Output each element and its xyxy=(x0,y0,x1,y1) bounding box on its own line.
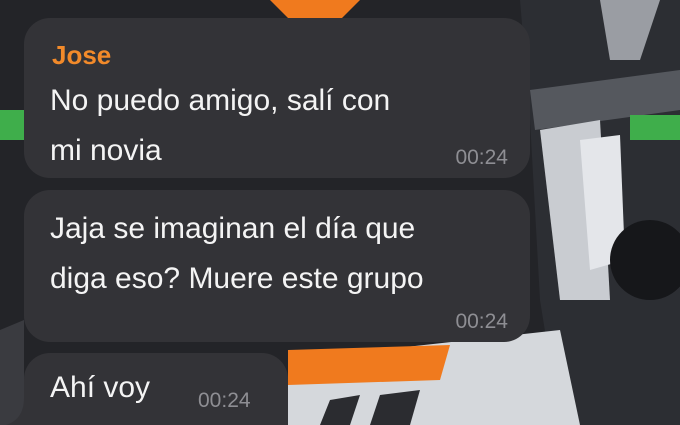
message-bubble[interactable]: Ahí voy 00:24 xyxy=(24,353,288,425)
message-bubble[interactable]: Jaja se imaginan el día que diga eso? Mu… xyxy=(24,190,530,342)
sender-name[interactable]: Jose xyxy=(52,40,111,71)
message-timestamp: 00:24 xyxy=(198,389,251,412)
message-text: No puedo amigo, salí con mi novia xyxy=(50,84,391,167)
message-text: Ahí voy xyxy=(50,371,151,404)
message-timestamp: 00:24 xyxy=(455,146,508,169)
message-text: Jaja se imaginan el día que diga eso? Mu… xyxy=(50,212,424,295)
message-bubble[interactable]: Jose No puedo amigo, salí con mi novia 0… xyxy=(24,18,530,178)
message-timestamp: 00:24 xyxy=(455,310,508,333)
chat-screen: Jose No puedo amigo, salí con mi novia 0… xyxy=(0,0,680,425)
